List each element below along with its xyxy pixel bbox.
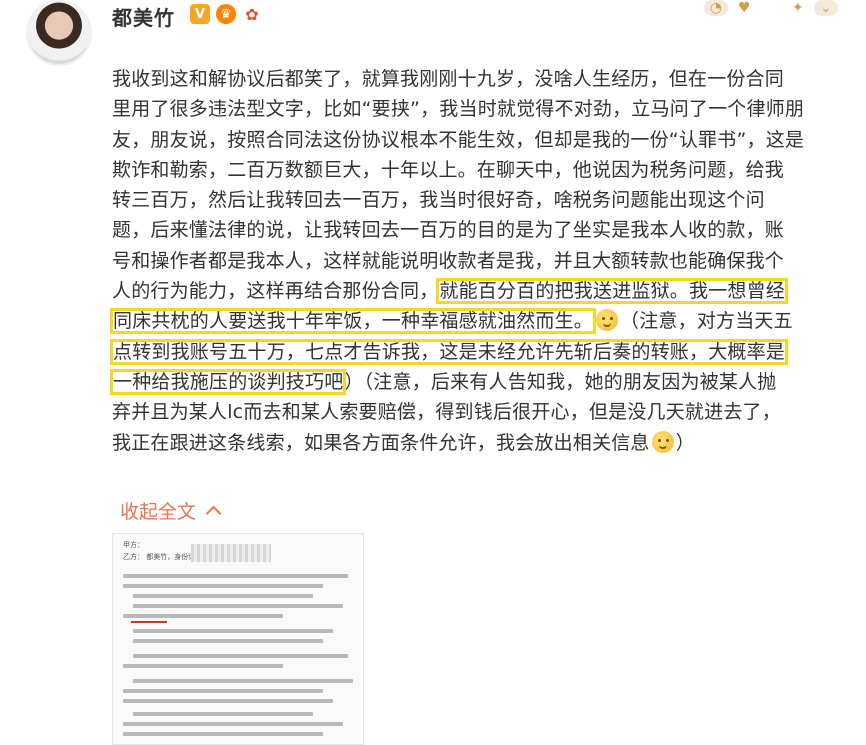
document-line — [133, 604, 343, 608]
post-line: 号和操作者都是我本人，这样就能说明收款者是我，并且大额转款也能确保我个 — [112, 249, 785, 272]
user-badges: V ♛ ✿ — [190, 4, 262, 24]
redacted-area — [191, 544, 271, 562]
underline-mark — [131, 621, 167, 623]
document-line — [123, 722, 343, 726]
username[interactable]: 都美竹 — [112, 2, 175, 31]
post-line: 同床共枕的人要送我十年牢饭，一种幸福感就油然而生。 （注意，对方当天五 — [109, 306, 837, 336]
document-line — [133, 679, 353, 683]
document-line — [123, 699, 333, 703]
post-text-segment: ） — [675, 431, 695, 454]
chevron-up-icon[interactable] — [205, 505, 222, 522]
document-line — [133, 639, 323, 643]
document-line — [123, 664, 283, 668]
post-line: 人的行为能力，这样再结合那份合同，就能百分百的把我送进监狱。我一想曾经 — [112, 276, 837, 306]
post-text-segment: 人的行为能力，这样再结合那份合同， — [112, 280, 439, 303]
document-line — [123, 574, 348, 578]
gift-icon[interactable]: ✿ — [242, 4, 262, 24]
document-line — [123, 732, 323, 736]
post-line: 里用了很多违法型文字，比如“要挟”，我当时就觉得不对劲，立马问了一个律师朋 — [112, 98, 805, 121]
post-text-segment: 我正在跟进这条线索，如果各方面条件允许，我会放出相关信息 — [112, 431, 650, 454]
document-header: 甲方： — [123, 541, 144, 549]
member-crown-icon[interactable]: ♛ — [216, 4, 236, 24]
document-line — [133, 629, 333, 633]
post-line: 我收到这和解协议后都笑了，就算我刚刚十九岁，没啥人生经历，但在一份合同 — [112, 68, 785, 90]
document-line — [133, 712, 313, 716]
post-line: 点转到我账号五十万，七点才告诉我，这是未经允许先斩后奏的转账，大概率是 — [109, 337, 837, 367]
more-icon[interactable]: ⌄ — [813, 0, 838, 16]
post-line: 友，朋友说，按照合同法这份协议根本不能生效，但却是我的一份“认罪书”，这是 — [112, 128, 805, 151]
user-avatar[interactable] — [26, 0, 92, 66]
document-line — [133, 654, 348, 658]
document-line — [123, 689, 323, 693]
decoration-icons-right: ✦ ⌄ — [792, 0, 838, 16]
smile-emoji-icon — [596, 309, 619, 332]
smile-emoji-icon — [651, 430, 674, 453]
collapse-label[interactable]: 收起全文 — [120, 497, 196, 524]
party-icon: ✦ — [792, 0, 804, 16]
post-line: 我正在跟进这条线索，如果各方面条件允许，我会放出相关信息 ） — [112, 428, 837, 458]
post-line: 题，后来懂法律的说，让我转回去一百万的目的是为了坐实是我本人收的款，账 — [112, 219, 785, 242]
post-text-segment: （注意，对方当天五 — [620, 310, 793, 333]
document-line — [133, 594, 313, 598]
document-line — [123, 584, 323, 588]
post-text: 我收到这和解协议后都笑了，就算我刚刚十九岁，没啥人生经历，但在一份合同 里用了很… — [109, 64, 837, 458]
highlighted-text: 就能百分百的把我送进监狱。我一想曾经 — [436, 278, 789, 305]
heart-icon: ♥ — [738, 0, 751, 16]
collapse-button[interactable]: 收起全文 — [120, 497, 222, 524]
post-line: 转三百万，然后让我转回去一百万，我当时很好奇，啥税务问题能出现这个问 — [112, 189, 765, 212]
post-line: 欺诈和勒索，二百万数额巨大，十年以上。在聊天中，他说因为税务问题，给我 — [112, 158, 785, 181]
decoration-icons: ◔ ♥ — [704, 0, 751, 16]
document-line — [123, 614, 283, 618]
highlighted-text: 点转到我账号五十万，七点才告诉我，这是未经允许先斩后奏的转账，大概率是 — [109, 338, 789, 365]
verified-icon[interactable]: V — [190, 4, 210, 24]
medal-icon: ◔ — [704, 0, 728, 16]
post-line: 一种给我施压的谈判技巧吧）（注意，后来有人告知我，她的朋友因为被某人抛 — [109, 367, 837, 397]
post-line: 弃并且为某人lc而去和某人索要赔偿，得到钱后很开心，但是没几天就进去了， — [112, 401, 781, 424]
highlighted-text: 一种给我施压的谈判技巧吧 — [109, 368, 347, 395]
highlighted-text: 同床共枕的人要送我十年牢饭，一种幸福感就油然而生。 — [109, 308, 597, 335]
post-text-segment: ）（注意，后来有人告知我，她的朋友因为被某人抛 — [344, 370, 777, 393]
document-image[interactable]: 甲方： 乙方： 都美竹，身份证号 — [112, 533, 364, 745]
